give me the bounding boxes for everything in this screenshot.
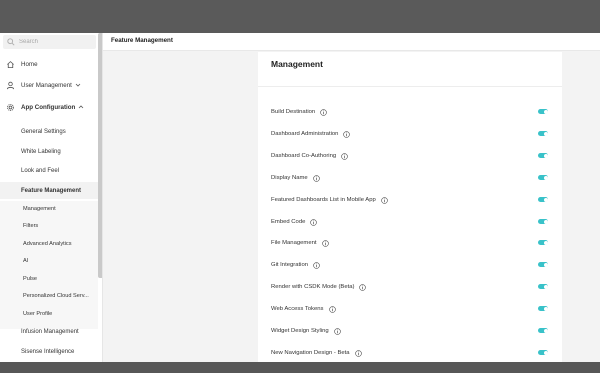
feature-row: File Management bbox=[258, 236, 562, 250]
sidebar-subitem-label: Filters bbox=[23, 223, 39, 229]
management-card: Management Build Destination Dashboard A… bbox=[258, 52, 562, 362]
sidebar-item-app-configuration[interactable]: App Configuration bbox=[0, 100, 98, 114]
chevron-up-icon bbox=[79, 105, 84, 109]
sidebar-item-label: Home bbox=[21, 60, 38, 68]
feature-label: Featured Dashboards List in Mobile App bbox=[271, 197, 376, 203]
info-icon[interactable] bbox=[354, 349, 362, 357]
sidebar-scrollbar[interactable] bbox=[98, 33, 102, 278]
feature-label: Render with CSDK Mode (Beta) bbox=[271, 284, 355, 290]
home-icon bbox=[7, 60, 14, 68]
feature-row: Git Integration bbox=[258, 258, 562, 272]
sidebar-subitem[interactable]: User Profile bbox=[0, 307, 98, 321]
feature-toggle[interactable] bbox=[538, 175, 548, 180]
sidebar-item-label: Look and Feel bbox=[21, 168, 60, 174]
search-box[interactable] bbox=[3, 35, 96, 49]
feature-label: Widget Design Styling bbox=[271, 328, 329, 334]
feature-row: New Navigation Design - Beta bbox=[258, 346, 562, 360]
sidebar-subitem-label: Personalized Cloud Serv... bbox=[23, 293, 89, 299]
chevron-down-icon bbox=[75, 83, 81, 87]
feature-toggle[interactable] bbox=[538, 350, 548, 355]
info-icon[interactable] bbox=[341, 152, 348, 160]
sidebar-item-look-and-feel[interactable]: Look and Feel bbox=[0, 164, 98, 178]
feature-toggle[interactable] bbox=[538, 306, 548, 311]
feature-row: Featured Dashboards List in Mobile App bbox=[258, 193, 562, 207]
card-title: Management bbox=[271, 59, 323, 69]
feature-row: Dashboard Co-Authoring bbox=[258, 149, 562, 163]
card-header: Management bbox=[258, 52, 562, 87]
feature-toggle[interactable] bbox=[538, 328, 548, 333]
bottom-frame-bar bbox=[0, 362, 600, 373]
sidebar-subitem-label: User Profile bbox=[23, 311, 53, 317]
search-input[interactable] bbox=[19, 39, 89, 45]
sidebar-item-label: App Configuration bbox=[21, 103, 76, 111]
sidebar-item-user-management[interactable]: User Management bbox=[0, 78, 98, 92]
feature-label: Dashboard Administration bbox=[271, 131, 339, 137]
sidebar-item-label: White Labeling bbox=[21, 149, 61, 155]
feature-label: New Navigation Design - Beta bbox=[271, 350, 350, 356]
feature-toggle[interactable] bbox=[538, 240, 548, 245]
info-icon[interactable] bbox=[359, 283, 367, 291]
info-icon[interactable] bbox=[313, 261, 320, 269]
sidebar-subitem-label: AI bbox=[23, 258, 29, 264]
top-frame-bar bbox=[0, 0, 600, 33]
feature-label: File Management bbox=[271, 240, 317, 246]
sidebar-item-label: Feature Management bbox=[21, 187, 82, 194]
sidebar-subitem[interactable]: AI bbox=[0, 254, 98, 268]
app-window: Home User Management App Configuration bbox=[0, 33, 600, 362]
page-header: Feature Management bbox=[103, 33, 600, 51]
feature-toggle[interactable] bbox=[538, 197, 548, 202]
feature-label: Web Access Tokens bbox=[271, 306, 324, 312]
feature-label: Display Name bbox=[271, 175, 308, 181]
info-icon[interactable] bbox=[381, 196, 388, 204]
sidebar-subitem[interactable]: Pulse bbox=[0, 272, 98, 286]
feature-row: Web Access Tokens bbox=[258, 302, 562, 316]
sidebar-item-label: User Management bbox=[21, 81, 72, 89]
feature-toggle[interactable] bbox=[538, 153, 548, 158]
gear-icon bbox=[7, 103, 14, 111]
page-title: Feature Management bbox=[111, 37, 173, 44]
info-icon[interactable] bbox=[343, 130, 351, 138]
feature-toggle[interactable] bbox=[538, 262, 548, 267]
info-icon[interactable] bbox=[328, 305, 336, 313]
user-icon bbox=[6, 81, 15, 89]
feature-label: Git Integration bbox=[271, 262, 309, 268]
sidebar: Home User Management App Configuration bbox=[0, 33, 103, 362]
sidebar-item-home[interactable]: Home bbox=[0, 57, 98, 71]
sidebar-item-label: General Settings bbox=[21, 129, 66, 135]
feature-row: Dashboard Administration bbox=[258, 127, 562, 141]
sidebar-subitem-label: Management bbox=[23, 206, 56, 212]
sidebar-item-feature-management[interactable]: Feature Management bbox=[0, 182, 98, 199]
sidebar-subitem[interactable]: Personalized Cloud Serv... bbox=[0, 289, 98, 303]
feature-row: Display Name bbox=[258, 171, 562, 185]
sidebar-item-white-labeling[interactable]: White Labeling bbox=[0, 145, 98, 159]
feature-row: Widget Design Styling bbox=[258, 324, 562, 338]
info-icon[interactable] bbox=[320, 108, 327, 116]
sidebar-subitem-label: Pulse bbox=[23, 276, 37, 282]
sidebar-item-label: Sisense Intelligence bbox=[21, 349, 75, 355]
info-icon[interactable] bbox=[321, 239, 329, 247]
feature-row: Embed Code bbox=[258, 215, 562, 229]
sidebar-subitem[interactable]: Advanced Analytics bbox=[0, 237, 98, 251]
search-icon bbox=[7, 38, 15, 46]
feature-label: Build Destination bbox=[271, 109, 316, 115]
info-icon[interactable] bbox=[310, 218, 318, 226]
feature-toggle[interactable] bbox=[538, 131, 548, 136]
feature-toggle[interactable] bbox=[538, 219, 548, 224]
feature-row: Build Destination bbox=[258, 105, 562, 119]
feature-label: Embed Code bbox=[271, 219, 306, 225]
sidebar-item-label: Infusion Management bbox=[21, 329, 79, 335]
sidebar-subitem-label: Advanced Analytics bbox=[23, 241, 72, 247]
feature-toggle[interactable] bbox=[538, 109, 548, 114]
info-icon[interactable] bbox=[333, 327, 341, 335]
sidebar-item-general-settings[interactable]: General Settings bbox=[0, 125, 98, 139]
sidebar-subitem[interactable]: Filters bbox=[0, 219, 98, 233]
sidebar-item-infusion-management[interactable]: Infusion Management bbox=[0, 325, 98, 339]
feature-toggle[interactable] bbox=[538, 284, 548, 289]
sidebar-item-sisense-intelligence[interactable]: Sisense Intelligence bbox=[0, 345, 98, 359]
feature-management-submenu: Management Filters Advanced Analytics AI… bbox=[0, 201, 98, 329]
sidebar-subitem[interactable]: Management bbox=[0, 202, 98, 216]
feature-label: Dashboard Co-Authoring bbox=[271, 153, 337, 159]
feature-row: Render with CSDK Mode (Beta) bbox=[258, 280, 562, 294]
info-icon[interactable] bbox=[312, 174, 320, 182]
